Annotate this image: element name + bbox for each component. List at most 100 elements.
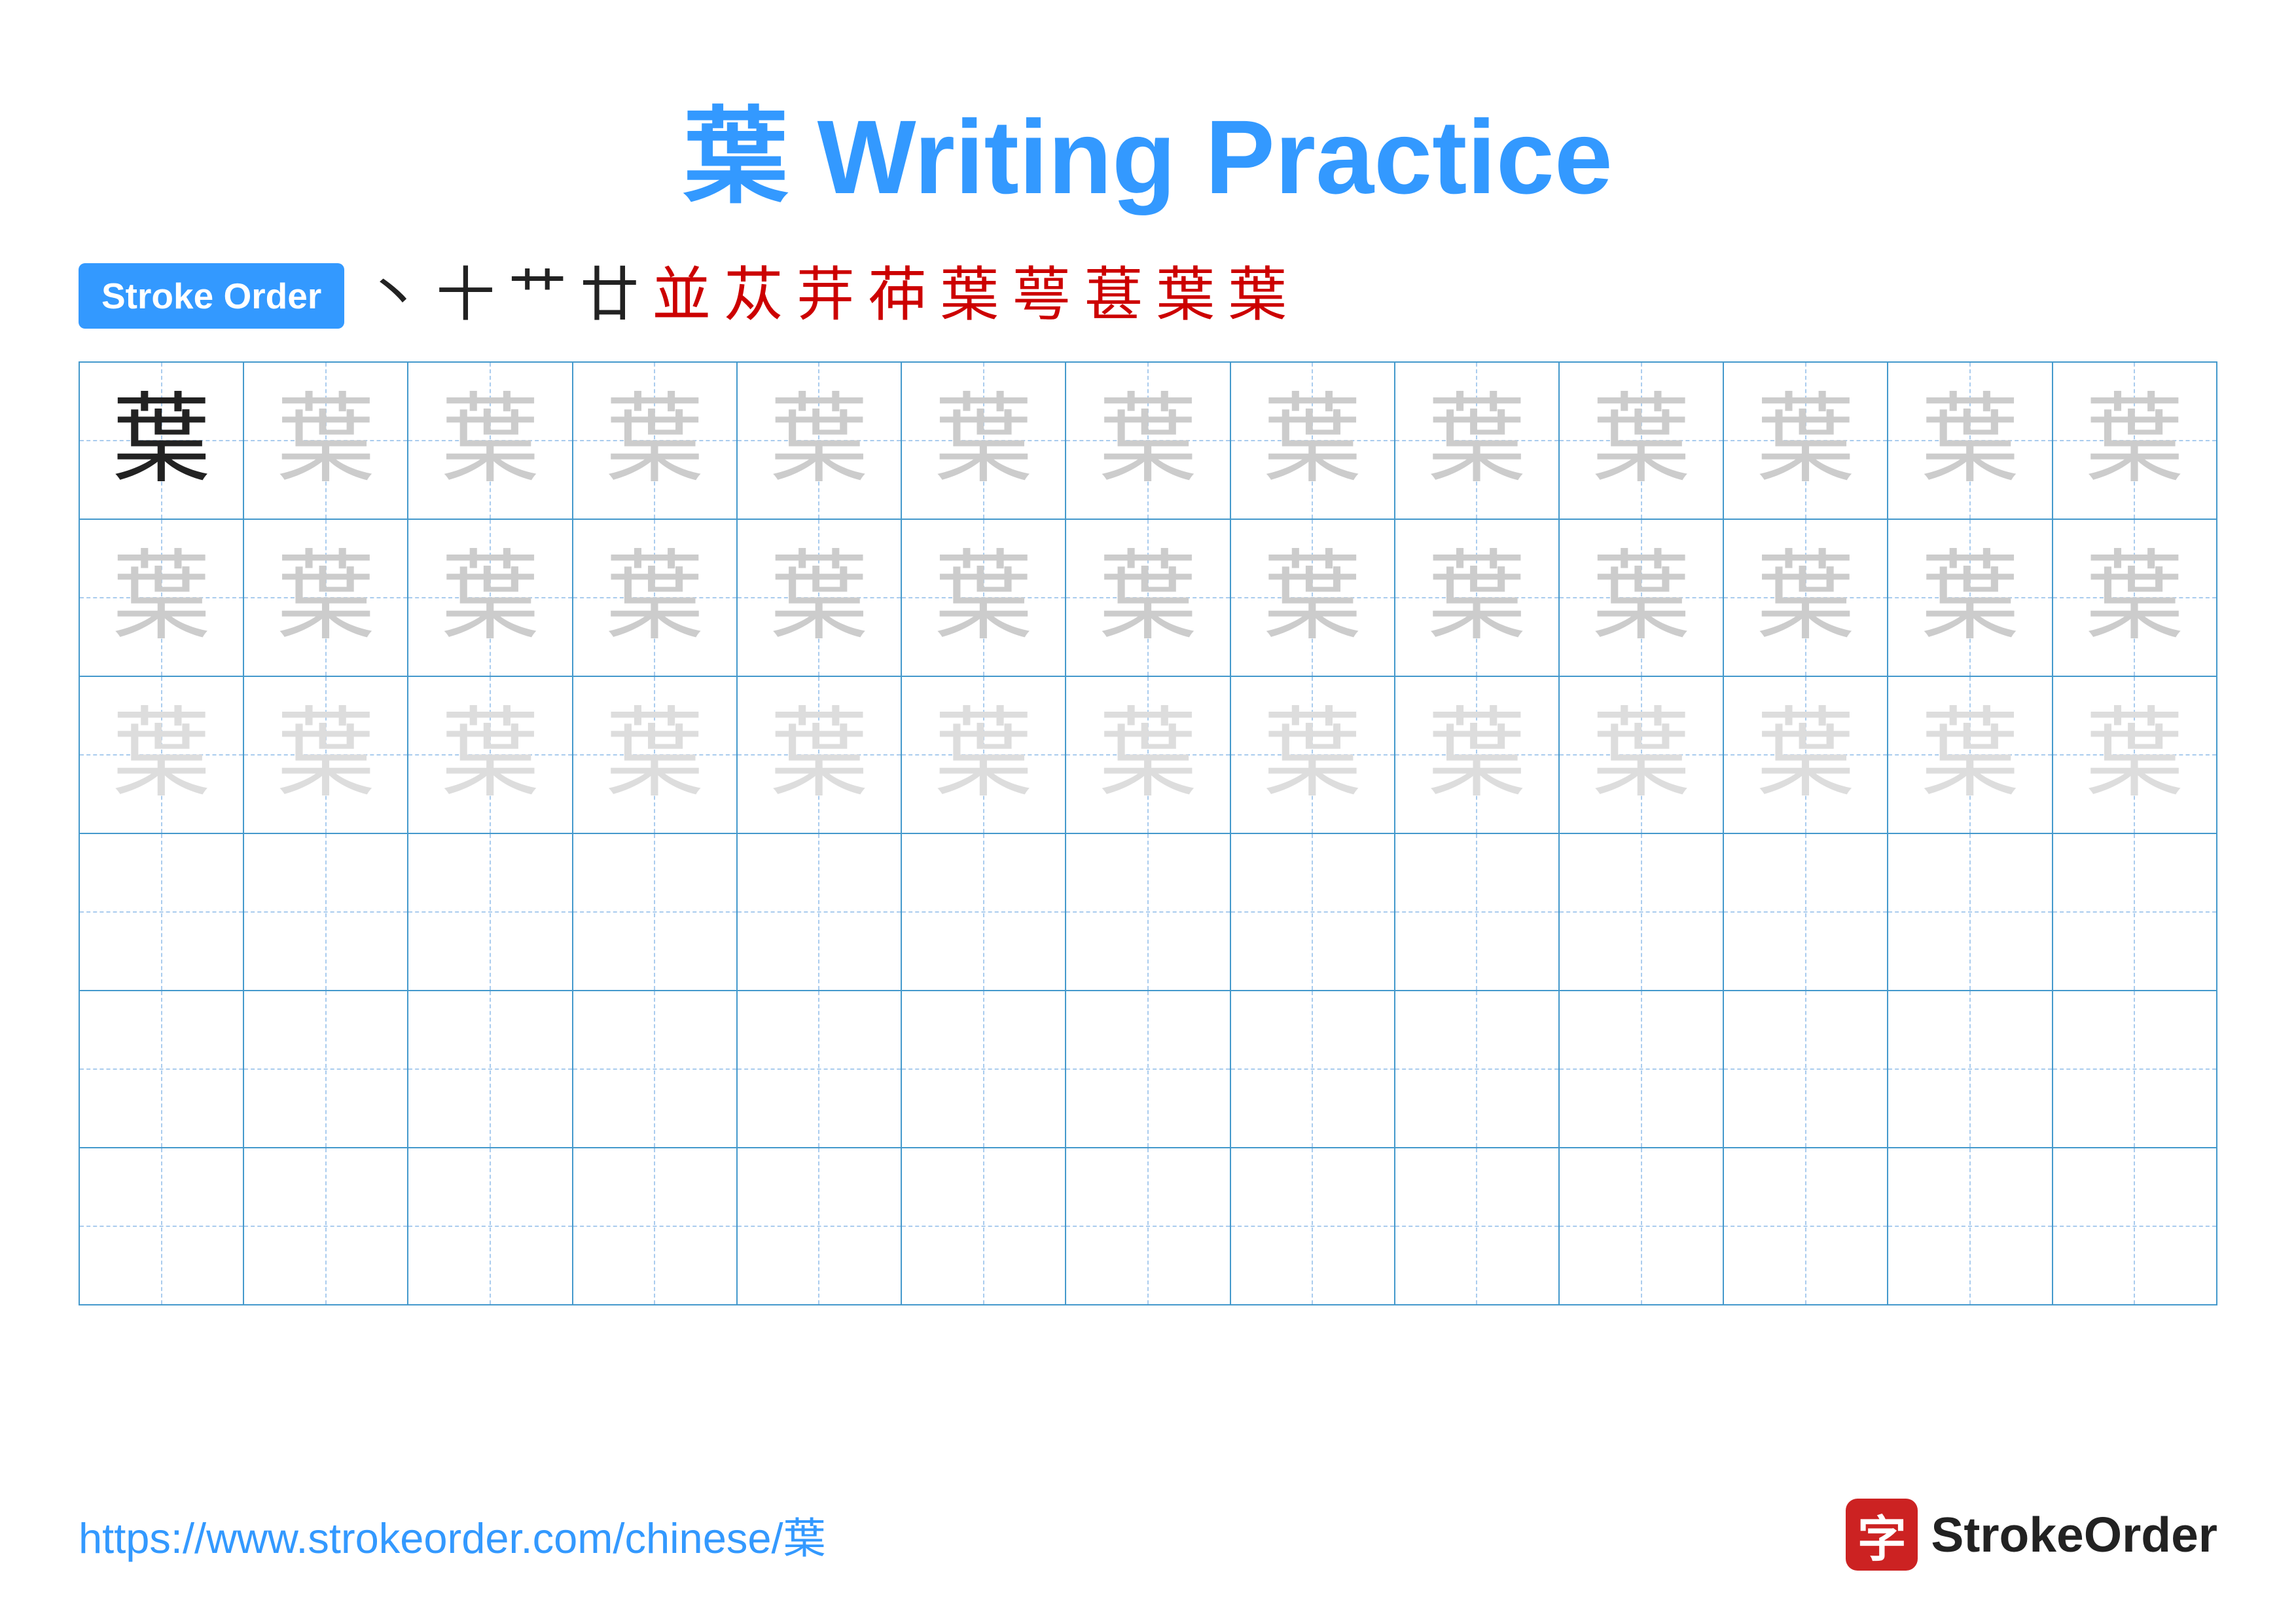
grid-cell-2-2[interactable]: 葉 — [243, 519, 408, 676]
brand-icon: 字 — [1846, 1499, 1918, 1571]
grid-cell-1-2[interactable]: 葉 — [243, 362, 408, 519]
grid-cell-3-12[interactable]: 葉 — [1888, 676, 2052, 833]
grid-cell-5-9[interactable] — [1395, 991, 1559, 1148]
grid-cell-5-2[interactable] — [243, 991, 408, 1148]
writing-grid: 葉 葉 葉 葉 葉 葉 葉 葉 葉 葉 葉 葉 葉 葉 葉 葉 葉 葉 葉 葉 … — [79, 361, 2217, 1305]
grid-cell-4-6[interactable] — [901, 833, 1066, 991]
char-dark: 葉 — [113, 386, 211, 495]
grid-cell-6-3[interactable] — [408, 1148, 572, 1305]
grid-cell-6-1[interactable] — [79, 1148, 243, 1305]
grid-cell-2-9[interactable]: 葉 — [1395, 519, 1559, 676]
grid-cell-4-4[interactable] — [573, 833, 737, 991]
grid-cell-5-10[interactable] — [1559, 991, 1723, 1148]
grid-cell-5-8[interactable] — [1230, 991, 1395, 1148]
footer-url[interactable]: https://www.strokeorder.com/chinese/葉 — [79, 1504, 826, 1565]
stroke-12: 葉 — [1156, 266, 1215, 325]
grid-cell-4-11[interactable] — [1723, 833, 1888, 991]
grid-cell-4-9[interactable] — [1395, 833, 1559, 991]
grid-cell-2-7[interactable]: 葉 — [1066, 519, 1230, 676]
grid-cell-5-5[interactable] — [737, 991, 901, 1148]
grid-cell-3-6[interactable]: 葉 — [901, 676, 1066, 833]
grid-cell-4-3[interactable] — [408, 833, 572, 991]
grid-cell-4-13[interactable] — [2053, 833, 2217, 991]
grid-cell-2-10[interactable]: 葉 — [1559, 519, 1723, 676]
grid-cell-1-5[interactable]: 葉 — [737, 362, 901, 519]
grid-cell-5-1[interactable] — [79, 991, 243, 1148]
grid-cell-6-12[interactable] — [1888, 1148, 2052, 1305]
grid-cell-1-7[interactable]: 葉 — [1066, 362, 1230, 519]
grid-cell-4-2[interactable] — [243, 833, 408, 991]
grid-cell-5-13[interactable] — [2053, 991, 2217, 1148]
grid-cell-6-10[interactable] — [1559, 1148, 1723, 1305]
grid-cell-2-8[interactable]: 葉 — [1230, 519, 1395, 676]
grid-cell-2-6[interactable]: 葉 — [901, 519, 1066, 676]
stroke-order-row: Stroke Order 丶 十 艹 廿 並 苁 茾 茽 葉 萼 葚 葉 葉 — [79, 263, 2217, 329]
grid-cell-6-2[interactable] — [243, 1148, 408, 1305]
grid-cell-6-8[interactable] — [1230, 1148, 1395, 1305]
grid-cell-2-13[interactable]: 葉 — [2053, 519, 2217, 676]
grid-cell-5-7[interactable] — [1066, 991, 1230, 1148]
grid-cell-6-4[interactable] — [573, 1148, 737, 1305]
grid-cell-3-8[interactable]: 葉 — [1230, 676, 1395, 833]
grid-cell-1-1[interactable]: 葉 — [79, 362, 243, 519]
grid-cell-3-9[interactable]: 葉 — [1395, 676, 1559, 833]
grid-row-6 — [79, 1148, 2217, 1305]
grid-cell-3-13[interactable]: 葉 — [2053, 676, 2217, 833]
grid-cell-5-4[interactable] — [573, 991, 737, 1148]
grid-cell-5-3[interactable] — [408, 991, 572, 1148]
stroke-2: 十 — [436, 266, 495, 325]
stroke-7: 茾 — [796, 266, 855, 325]
grid-cell-4-7[interactable] — [1066, 833, 1230, 991]
grid-cell-2-5[interactable]: 葉 — [737, 519, 901, 676]
grid-cell-4-12[interactable] — [1888, 833, 2052, 991]
grid-cell-1-3[interactable]: 葉 — [408, 362, 572, 519]
grid-cell-3-2[interactable]: 葉 — [243, 676, 408, 833]
grid-cell-3-11[interactable]: 葉 — [1723, 676, 1888, 833]
grid-cell-5-12[interactable] — [1888, 991, 2052, 1148]
brand-name: StrokeOrder — [1931, 1506, 2217, 1563]
grid-cell-2-4[interactable]: 葉 — [573, 519, 737, 676]
grid-cell-3-10[interactable]: 葉 — [1559, 676, 1723, 833]
grid-cell-6-11[interactable] — [1723, 1148, 1888, 1305]
grid-cell-2-12[interactable]: 葉 — [1888, 519, 2052, 676]
page: 葉 Writing Practice Stroke Order 丶 十 艹 廿 … — [0, 0, 2296, 1623]
grid-cell-6-5[interactable] — [737, 1148, 901, 1305]
grid-cell-4-1[interactable] — [79, 833, 243, 991]
grid-cell-2-3[interactable]: 葉 — [408, 519, 572, 676]
footer: https://www.strokeorder.com/chinese/葉 字 … — [79, 1499, 2217, 1571]
grid-cell-6-9[interactable] — [1395, 1148, 1559, 1305]
grid-cell-3-1[interactable]: 葉 — [79, 676, 243, 833]
grid-cell-1-11[interactable]: 葉 — [1723, 362, 1888, 519]
title-text: Writing Practice — [788, 98, 1613, 215]
grid-cell-3-4[interactable]: 葉 — [573, 676, 737, 833]
title-area: 葉 Writing Practice — [79, 72, 2217, 224]
grid-cell-3-3[interactable]: 葉 — [408, 676, 572, 833]
grid-cell-6-7[interactable] — [1066, 1148, 1230, 1305]
grid-cell-1-8[interactable]: 葉 — [1230, 362, 1395, 519]
grid-cell-2-11[interactable]: 葉 — [1723, 519, 1888, 676]
grid-cell-3-7[interactable]: 葉 — [1066, 676, 1230, 833]
grid-cell-1-6[interactable]: 葉 — [901, 362, 1066, 519]
grid-row-4 — [79, 833, 2217, 991]
grid-cell-4-10[interactable] — [1559, 833, 1723, 991]
grid-cell-5-6[interactable] — [901, 991, 1066, 1148]
title-chinese-char: 葉 — [683, 98, 788, 215]
grid-cell-1-4[interactable]: 葉 — [573, 362, 737, 519]
grid-row-3: 葉 葉 葉 葉 葉 葉 葉 葉 葉 葉 葉 葉 葉 — [79, 676, 2217, 833]
grid-cell-2-1[interactable]: 葉 — [79, 519, 243, 676]
grid-cell-6-13[interactable] — [2053, 1148, 2217, 1305]
grid-cell-1-9[interactable]: 葉 — [1395, 362, 1559, 519]
grid-cell-1-13[interactable]: 葉 — [2053, 362, 2217, 519]
stroke-13: 葉 — [1228, 266, 1287, 325]
grid-cell-4-8[interactable] — [1230, 833, 1395, 991]
grid-cell-5-11[interactable] — [1723, 991, 1888, 1148]
grid-cell-1-10[interactable]: 葉 — [1559, 362, 1723, 519]
footer-brand: 字 StrokeOrder — [1846, 1499, 2217, 1571]
stroke-sequence: 丶 十 艹 廿 並 苁 茾 茽 葉 萼 葚 葉 葉 — [364, 266, 1287, 325]
grid-cell-6-6[interactable] — [901, 1148, 1066, 1305]
grid-cell-4-5[interactable] — [737, 833, 901, 991]
stroke-11: 葚 — [1084, 266, 1143, 325]
stroke-6: 苁 — [724, 266, 783, 325]
grid-cell-1-12[interactable]: 葉 — [1888, 362, 2052, 519]
grid-cell-3-5[interactable]: 葉 — [737, 676, 901, 833]
